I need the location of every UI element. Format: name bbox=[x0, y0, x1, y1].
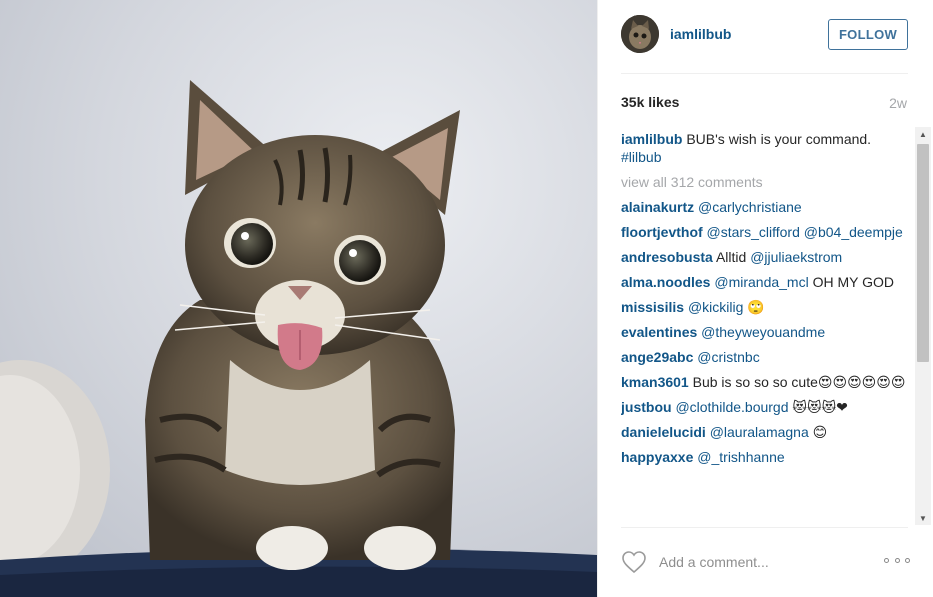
comment-username[interactable]: ange29abc bbox=[621, 349, 693, 365]
avatar-image bbox=[621, 15, 659, 53]
header-divider bbox=[621, 73, 908, 74]
comment-text: Alltid bbox=[715, 249, 747, 265]
comment-username[interactable]: danielelucidi bbox=[621, 424, 706, 440]
caption-text: BUB's wish is your command. bbox=[686, 131, 872, 147]
cat-photo-illustration bbox=[0, 0, 597, 597]
comment-row: kman3601 Bub is so so so cute😍😍😍😍😍😍 bbox=[621, 373, 909, 391]
more-dot bbox=[894, 557, 900, 563]
heart-icon[interactable] bbox=[621, 550, 647, 574]
comment-mention[interactable]: @carlychristiane bbox=[698, 199, 802, 215]
comment-username[interactable]: floortjevthof bbox=[621, 224, 703, 240]
comment-row: justbou @clothilde.bourgd 😻😻😻❤ bbox=[621, 398, 909, 416]
comment-text: 😻😻😻❤ bbox=[792, 399, 848, 415]
comment-mention[interactable]: @_trishhanne bbox=[697, 449, 784, 465]
comment-row: ange29abc @cristnbc bbox=[621, 348, 909, 366]
post-footer bbox=[598, 528, 933, 597]
comment-input[interactable] bbox=[659, 552, 869, 572]
comment-mention[interactable]: @kickilig bbox=[688, 299, 743, 315]
more-dot bbox=[905, 557, 910, 563]
comment-username[interactable]: andresobusta bbox=[621, 249, 713, 265]
comment-mention[interactable]: @cristnbc bbox=[697, 349, 759, 365]
comment-row: missisilis @kickilig 🙄 bbox=[621, 298, 909, 316]
post-header: iamlilbub FOLLOW bbox=[598, 0, 933, 74]
comment-mention[interactable]: @stars_clifford @b04_deempje bbox=[707, 224, 903, 240]
comment-username[interactable]: kman3601 bbox=[621, 374, 689, 390]
comment-row: alma.noodles @miranda_mcl OH MY GOD bbox=[621, 273, 909, 291]
comments-scrollbar[interactable]: ▲ ▼ bbox=[915, 127, 931, 525]
comment-text: OH MY GOD bbox=[812, 274, 895, 290]
comment-username[interactable]: alainakurtz bbox=[621, 199, 694, 215]
comment-row: andresobusta Alltid @jjuliaekstrom bbox=[621, 248, 909, 266]
follow-button[interactable]: FOLLOW bbox=[828, 19, 908, 50]
comments-list: iamlilbub BUB's wish is your command. #l… bbox=[621, 130, 909, 525]
comment-row: alainakurtz @carlychristiane bbox=[621, 198, 909, 216]
post-details-panel: iamlilbub FOLLOW 35k likes 2w iamlilbub … bbox=[597, 0, 933, 597]
post-author-username[interactable]: iamlilbub bbox=[670, 26, 731, 42]
comment-text: 😊 bbox=[812, 424, 828, 440]
likes-count[interactable]: 35k likes bbox=[621, 94, 679, 110]
post-age[interactable]: 2w bbox=[889, 95, 907, 111]
comment-mention[interactable]: @jjuliaekstrom bbox=[750, 249, 842, 265]
comment-mention[interactable]: @miranda_mcl bbox=[714, 274, 808, 290]
post-photo[interactable] bbox=[0, 0, 597, 597]
comment-row: danielelucidi @lauralamagna 😊 bbox=[621, 423, 909, 441]
caption: iamlilbub BUB's wish is your command. #l… bbox=[621, 130, 909, 166]
more-dot bbox=[884, 557, 889, 563]
comment-row: happyaxxe @_trishhanne bbox=[621, 448, 909, 466]
scroll-down-arrow-icon[interactable]: ▼ bbox=[915, 511, 931, 525]
view-all-comments-link[interactable]: view all 312 comments bbox=[621, 173, 909, 191]
scrollbar-thumb[interactable] bbox=[917, 144, 929, 362]
comment-username[interactable]: alma.noodles bbox=[621, 274, 710, 290]
comment-username[interactable]: happyaxxe bbox=[621, 449, 693, 465]
scroll-up-arrow-icon[interactable]: ▲ bbox=[915, 127, 931, 141]
comment-username[interactable]: justbou bbox=[621, 399, 672, 415]
caption-username[interactable]: iamlilbub bbox=[621, 131, 682, 147]
comment-text: 🙄 bbox=[747, 299, 765, 315]
more-options-icon[interactable] bbox=[884, 552, 910, 568]
comment-row: evalentines @theyweyouandme bbox=[621, 323, 909, 341]
comment-mention[interactable]: @theyweyouandme bbox=[701, 324, 825, 340]
comment-mention[interactable]: @clothilde.bourgd bbox=[675, 399, 788, 415]
comment-row: floortjevthof @stars_clifford @b04_deemp… bbox=[621, 223, 909, 241]
comment-text: Bub is so so so cute😍😍😍😍😍😍 bbox=[692, 374, 906, 390]
comment-username[interactable]: missisilis bbox=[621, 299, 684, 315]
caption-hashtag[interactable]: #lilbub bbox=[621, 149, 661, 165]
comment-mention[interactable]: @lauralamagna bbox=[710, 424, 809, 440]
comment-username[interactable]: evalentines bbox=[621, 324, 697, 340]
avatar[interactable] bbox=[621, 15, 659, 53]
